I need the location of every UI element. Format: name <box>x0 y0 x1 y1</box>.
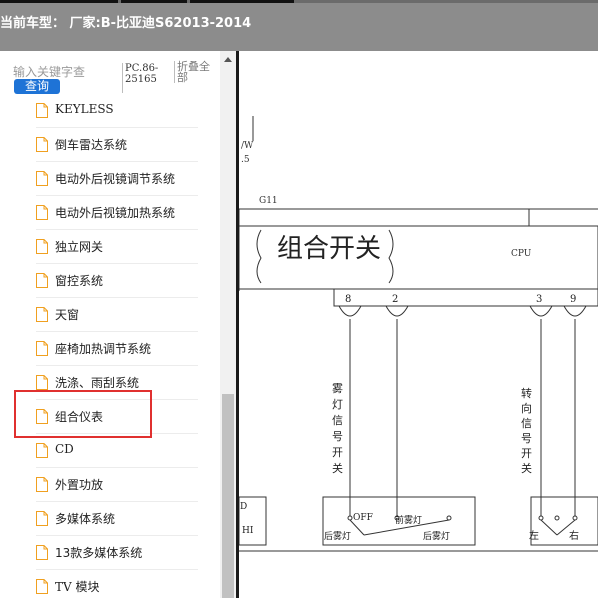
rear-fog-label: 后雾灯 <box>324 531 351 542</box>
tree-item[interactable]: 电动外后视镜加热系统 <box>36 196 198 230</box>
scrollbar-thumb[interactable] <box>222 394 234 598</box>
collapse-all-button[interactable]: 折叠全 部 <box>174 61 218 83</box>
switch-contact <box>446 515 452 521</box>
pin-terminal <box>529 305 553 317</box>
system-tree: KEYLESS 倒车雷达系统电动外后视镜调节系统 电动外后视镜加热系统 独立网关窗控系… <box>0 95 220 598</box>
tree-item[interactable]: 外置功放 <box>36 468 198 502</box>
file-icon <box>36 205 48 220</box>
tree-item[interactable]: 多媒体系统 <box>36 502 198 536</box>
file-icon <box>36 307 48 322</box>
tree-item[interactable]: 天窗 <box>36 298 198 332</box>
header-bar: 当前车型： 厂家:B-比亚迪S62013-2014 <box>0 3 598 51</box>
file-icon <box>36 477 48 492</box>
file-icon <box>36 545 48 560</box>
tree-item[interactable]: KEYLESS <box>36 95 198 128</box>
tree-item-label: TV 模块 <box>55 580 100 594</box>
current-model-title: 当前车型： 厂家:B-比亚迪S62013-2014 <box>0 16 252 31</box>
file-icon <box>36 375 48 390</box>
connector-label: G11 <box>259 196 278 206</box>
pin-label: 9 <box>570 294 576 305</box>
left-edge-label: D <box>240 502 247 512</box>
tree-item-label: 座椅加热调节系统 <box>55 342 152 356</box>
tree-item-label: 独立网关 <box>55 240 104 254</box>
pin-terminal <box>338 305 362 317</box>
pin-terminal <box>563 305 587 317</box>
file-icon <box>36 341 48 356</box>
pin-terminal <box>385 305 409 317</box>
connector-bar <box>333 288 598 307</box>
file-icon <box>36 171 48 186</box>
tree-item-label: 电动外后视镜加热系统 <box>55 206 176 220</box>
module-title: 组合开关 <box>277 234 381 264</box>
tree-item-label: CD <box>55 442 74 456</box>
file-icon <box>36 511 48 526</box>
tree-item[interactable]: 电动外后视镜调节系统 <box>36 162 198 196</box>
cpu-label: CPU <box>511 249 532 259</box>
wire-label-gauge: .5 <box>241 155 250 165</box>
scroll-up-arrow-icon[interactable] <box>224 57 232 62</box>
wire-label-fraction: /W <box>241 141 254 151</box>
part-code-line: PC.86- <box>125 63 159 74</box>
tree-item-label: 外置功放 <box>55 478 104 492</box>
part-code-line: 25165 <box>125 74 157 85</box>
file-icon <box>36 273 48 288</box>
switch-contact <box>538 515 544 521</box>
left-edge-label: HI <box>242 526 254 536</box>
tree-item[interactable]: 独立网关 <box>36 230 198 264</box>
tree-item[interactable]: 窗控系统 <box>36 264 198 298</box>
tree-item-label: 电动外后视镜调节系统 <box>55 172 176 186</box>
fog-off-label: OFF <box>353 513 373 523</box>
switch-arm <box>540 519 558 536</box>
tree-item-label: 天窗 <box>55 308 80 322</box>
wavy-break-right <box>388 229 394 284</box>
query-button[interactable]: 查询 <box>14 79 60 94</box>
wavy-break-left <box>256 229 262 284</box>
pin-label: 3 <box>536 294 542 305</box>
tree-item-label: 窗控系统 <box>55 274 104 288</box>
tree-item-label: 多媒体系统 <box>55 512 116 526</box>
tree-item-label: 倒车雷达系统 <box>55 138 128 152</box>
collapse-all-label: 部 <box>177 71 188 84</box>
sidebar-scrollbar[interactable] <box>220 51 236 598</box>
file-icon <box>36 239 48 254</box>
tree-item-label: 13款多媒体系统 <box>55 546 143 560</box>
search-input[interactable] <box>13 63 121 80</box>
tree-item[interactable]: CD <box>36 434 198 468</box>
tree-item-label: KEYLESS <box>55 102 114 116</box>
selected-item-highlight <box>14 390 152 438</box>
tree-item[interactable]: TV 模块 <box>36 570 198 598</box>
file-icon <box>36 443 48 458</box>
rear-fog-label: 后雾灯 <box>423 531 450 542</box>
tree-item[interactable]: 倒车雷达系统 <box>36 128 198 162</box>
switch-contact <box>554 515 560 521</box>
switch-contact <box>572 515 578 521</box>
tree-item-label: 洗涤、雨刮系统 <box>55 376 140 390</box>
front-fog-label: 前雾灯 <box>395 514 422 526</box>
turn-right-label: 右 <box>569 529 579 542</box>
file-icon <box>36 103 48 118</box>
turn-left-label: 左 <box>529 529 539 542</box>
sidebar-panel: 查询 PC.86- 25165 折叠全 部 KEYLESS 倒车雷达系统电动外后视… <box>0 51 236 598</box>
switch-contact <box>347 515 353 521</box>
fog-switch-label: 雾灯信号开关 <box>332 382 343 475</box>
file-icon <box>36 137 48 152</box>
pin-label: 8 <box>345 294 351 305</box>
part-code: PC.86- 25165 <box>122 63 172 93</box>
tree-item[interactable]: 13款多媒体系统 <box>36 536 198 570</box>
pin-label: 2 <box>392 294 398 305</box>
file-icon <box>36 579 48 594</box>
turn-switch-label: 转向信号开关 <box>521 386 532 475</box>
wiring-diagram: /W .5 G11 组合开关 CPU 8 2 3 9 雾灯信号开关 转向信号开关 <box>239 51 598 598</box>
wiring-diagram-canvas: /W .5 G11 组合开关 CPU 8 2 3 9 雾灯信号开关 转向信号开关 <box>239 116 598 552</box>
tree-item[interactable]: 座椅加热调节系统 <box>36 332 198 366</box>
